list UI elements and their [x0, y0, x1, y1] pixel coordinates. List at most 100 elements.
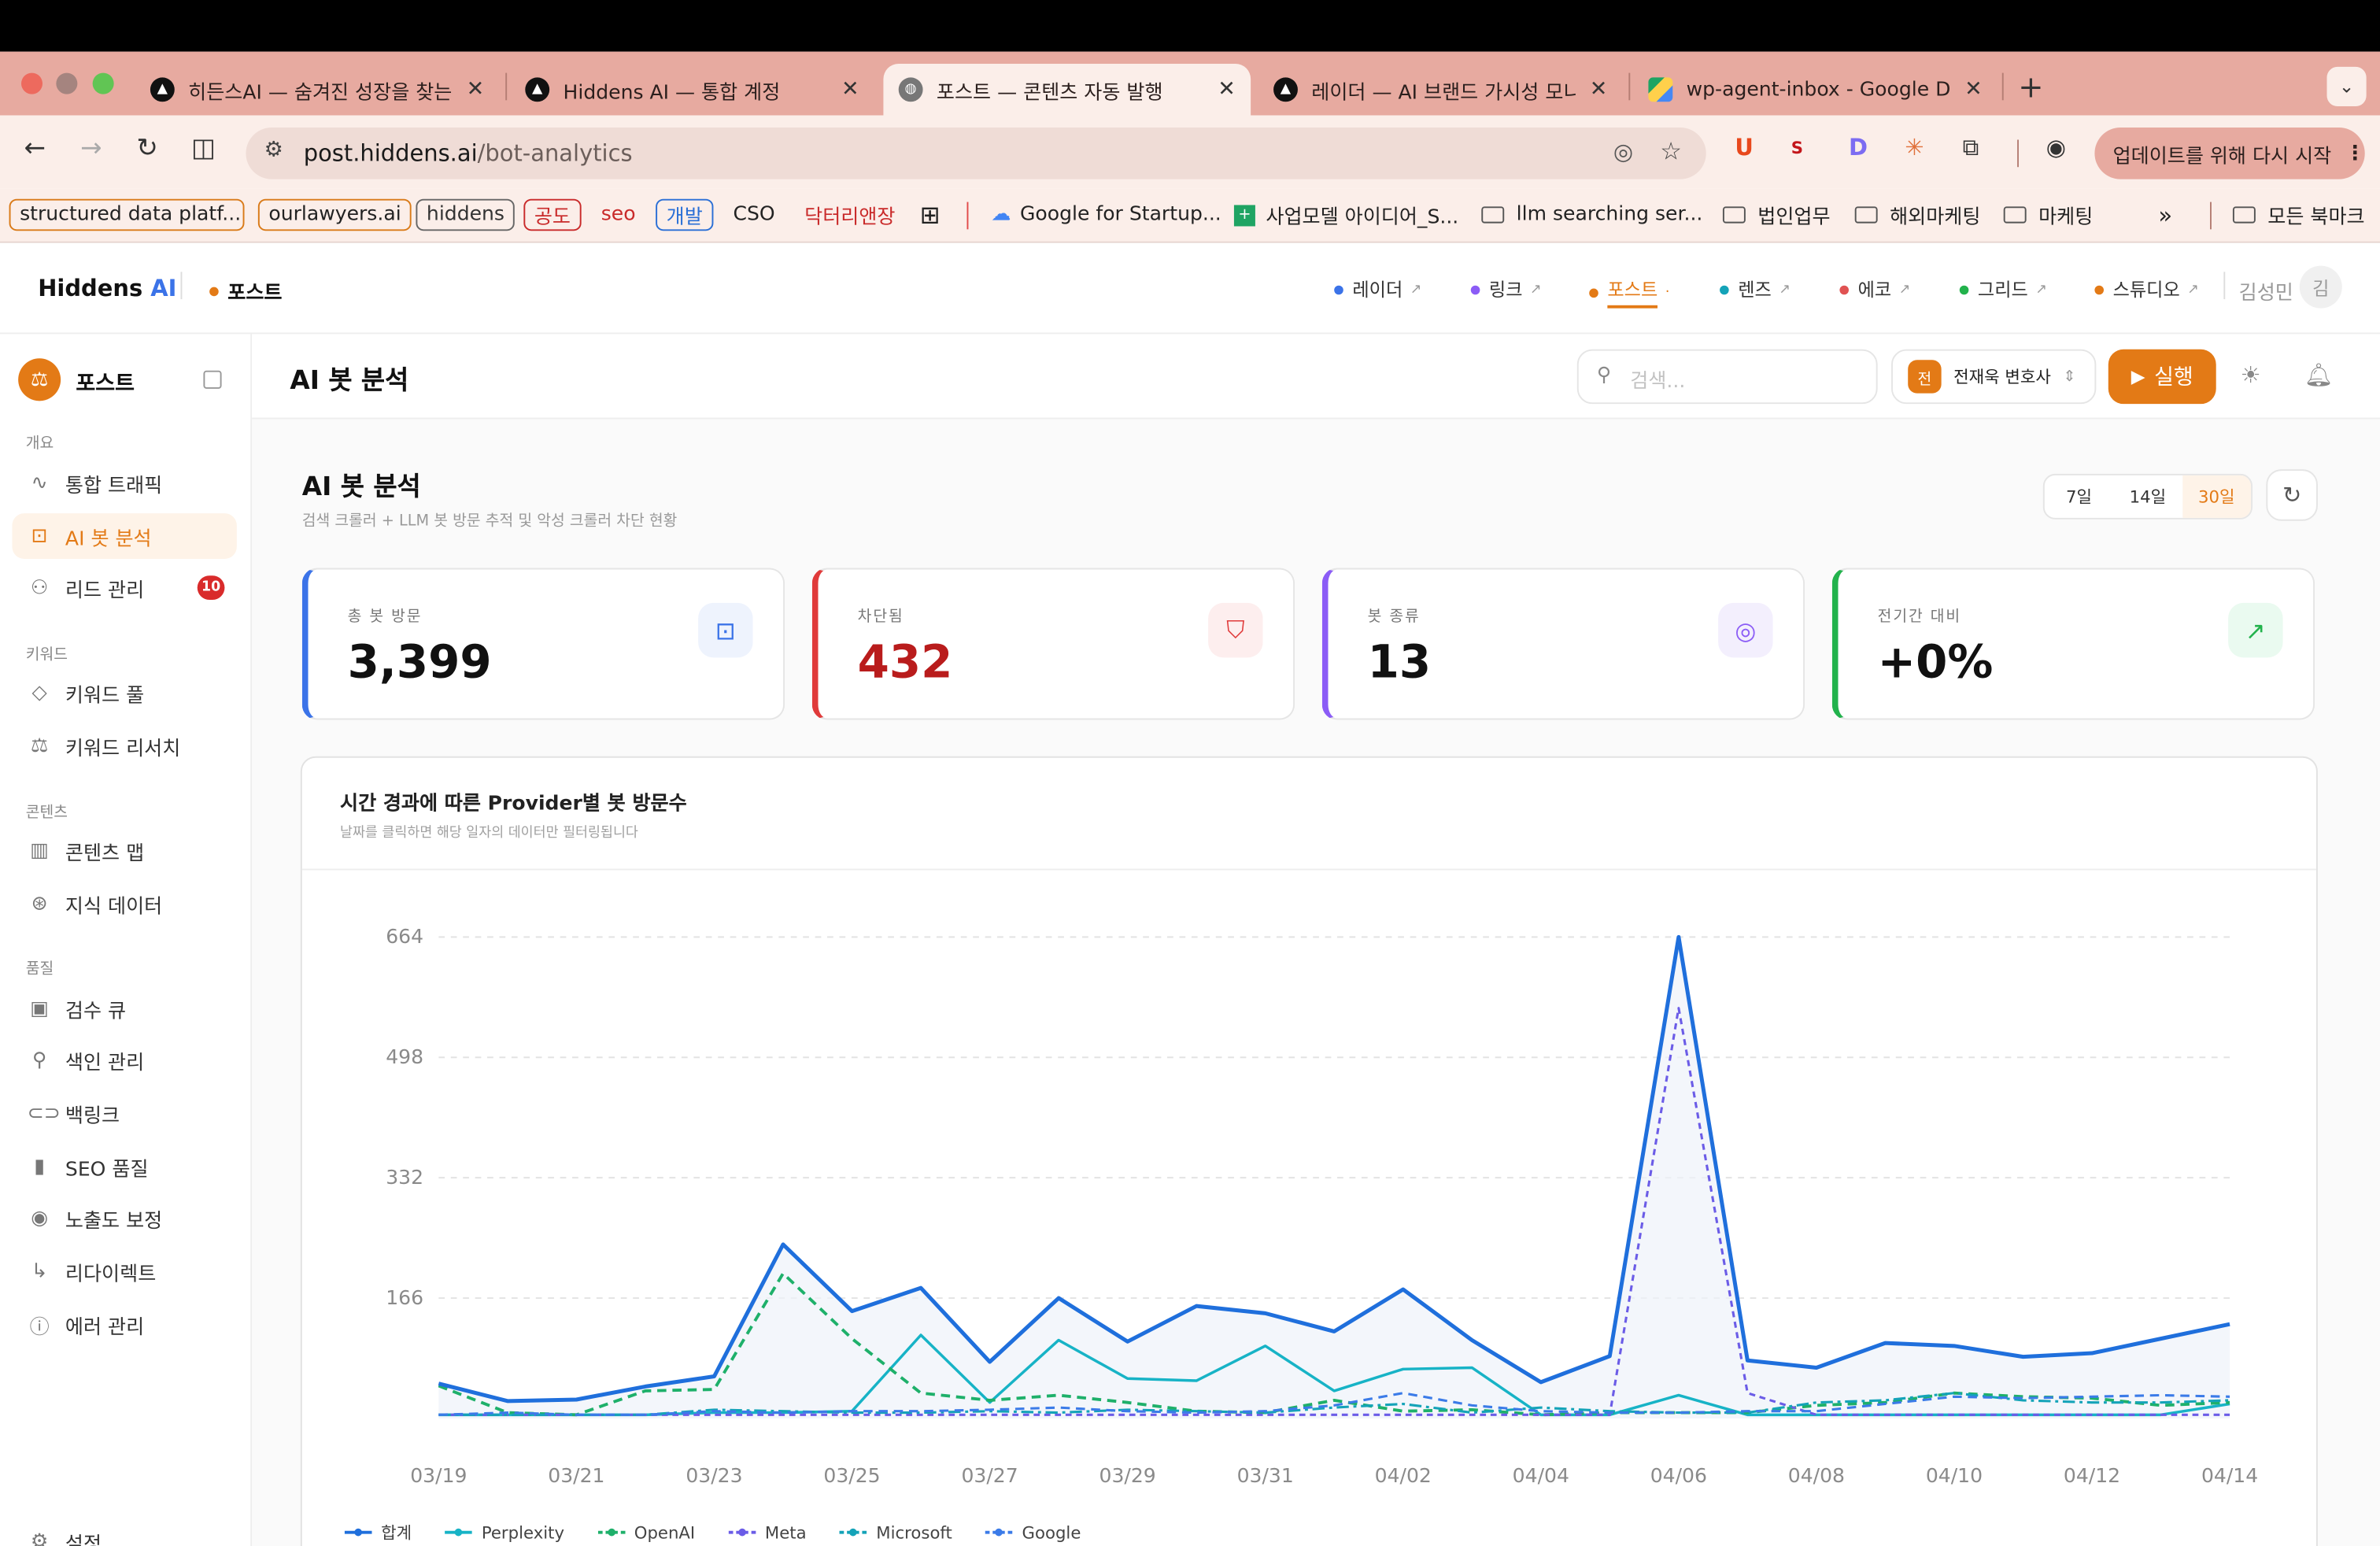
sidebar-collapse-icon[interactable]: [203, 370, 222, 389]
bookmark-folder[interactable]: 마케팅: [2003, 199, 2093, 231]
close-icon[interactable]: ✕: [1218, 77, 1236, 102]
product-link-post[interactable]: 포스트 ·: [1589, 276, 1669, 309]
sidebar-item-visibility[interactable]: ◉ 노출도 보정: [12, 1195, 236, 1241]
theme-toggle-sun-icon[interactable]: ☀: [2241, 361, 2261, 389]
d-extension-icon[interactable]: D: [1849, 134, 1868, 161]
brand-logo[interactable]: Hiddens AI: [38, 275, 176, 302]
product-link-grid[interactable]: 그리드 ↗: [1959, 276, 2047, 302]
product-link-echo[interactable]: 에코 ↗: [1839, 276, 1910, 302]
product-link-studio[interactable]: 스튜디오 ↗: [2094, 276, 2199, 302]
back-icon[interactable]: ←: [17, 134, 53, 165]
legend-item[interactable]: 합계: [344, 1520, 412, 1544]
extensions-puzzle-icon[interactable]: ⧉: [1963, 134, 1979, 161]
site-info-icon[interactable]: ⚙: [264, 139, 283, 163]
close-icon[interactable]: ✕: [467, 77, 485, 102]
sidebar-item-traffic[interactable]: ∿ 통합 트래픽: [12, 460, 236, 506]
sidebar-title: 포스트: [76, 372, 135, 397]
side-panel-icon[interactable]: ◫: [185, 134, 221, 165]
close-icon[interactable]: ✕: [1590, 77, 1608, 102]
bookmark[interactable]: 닥터리앤장: [804, 199, 895, 231]
legend-item[interactable]: Perplexity: [445, 1520, 564, 1544]
product-link-link[interactable]: 링크 ↗: [1470, 276, 1542, 302]
more-bookmarks-icon[interactable]: »: [2158, 199, 2172, 231]
legend-item[interactable]: Microsoft: [840, 1520, 952, 1544]
browser-tab-active[interactable]: ◍ 포스트 — 콘텐츠 자동 발행 ✕: [883, 64, 1251, 116]
bookmark[interactable]: 공도: [523, 198, 582, 231]
x-tick-label: 04/10: [1926, 1464, 1983, 1487]
close-icon[interactable]: ✕: [841, 77, 859, 102]
sidebar-item-seo-quality[interactable]: ▮ SEO 품질: [12, 1144, 236, 1189]
trending-up-icon: ↗: [2228, 602, 2283, 658]
more-vertical-icon[interactable]: ⋮: [2345, 142, 2365, 165]
run-button[interactable]: ▶ 실행: [2108, 349, 2216, 405]
search-input[interactable]: ⚲ 검색...: [1576, 349, 1878, 405]
forward-icon[interactable]: →: [73, 134, 109, 165]
series-line: [438, 934, 2230, 1404]
sidebar-item-ai-bot[interactable]: ⊡ AI 봇 분석: [12, 513, 237, 559]
browser-tab[interactable]: wp-agent-inbox - Google Drive ✕: [1633, 64, 1998, 116]
sidebar-item-index[interactable]: ⚲ 색인 관리: [12, 1037, 236, 1083]
sidebar-item-knowledge[interactable]: ⊛ 지식 데이터: [12, 881, 236, 926]
bookmark[interactable]: structured data platf...: [9, 198, 245, 231]
gear-icon: ⚙: [30, 1529, 49, 1546]
sidebar-section-quality: 품질: [25, 961, 54, 978]
bookmark-folder[interactable]: llm searching ser...: [1481, 199, 1702, 231]
browser-tab[interactable]: ▲ 히든스AI — 숨겨진 성장을 찾는 AI ✕: [135, 64, 500, 116]
bookmark[interactable]: + 사업모델 아이디어_S...: [1233, 199, 1459, 231]
sidebar-item-keyword-research[interactable]: ⚖ 키워드 리서치: [12, 723, 236, 768]
range-30d[interactable]: 30일: [2182, 475, 2252, 518]
bookmark[interactable]: hiddens: [416, 198, 516, 231]
sidebar-item-label: 리드 관리: [65, 579, 145, 602]
sidebar-item-backlink[interactable]: ⊂⊃ 백링크: [12, 1090, 236, 1136]
star-icon[interactable]: ☆: [1660, 137, 1682, 166]
sidebar-item-errors[interactable]: ⓘ 에러 관리: [12, 1301, 236, 1347]
profile-icon[interactable]: ◉: [2046, 134, 2066, 161]
user-name[interactable]: 김성민: [2239, 276, 2293, 305]
close-window-button[interactable]: [20, 72, 42, 94]
ublock-extension-icon[interactable]: U: [1735, 134, 1754, 161]
close-icon[interactable]: ✕: [1964, 77, 1983, 102]
user-avatar[interactable]: 김: [2299, 265, 2342, 309]
seo-extension-icon[interactable]: S: [1791, 139, 1803, 158]
range-7d[interactable]: 7일: [2045, 475, 2113, 518]
gem-icon: ◇: [31, 681, 47, 705]
browser-tab[interactable]: ▲ 레이더 — AI 브랜드 가시성 모니터 ✕: [1258, 64, 1623, 116]
account-select[interactable]: 전 전재욱 변호사 ⇕: [1890, 349, 2097, 405]
eye-off-icon[interactable]: ◎: [1613, 139, 1633, 166]
claude-extension-icon[interactable]: ✳: [1905, 134, 1924, 161]
legend-item[interactable]: Meta: [728, 1520, 807, 1544]
sidebar-item-review-queue[interactable]: ▣ 검수 큐: [12, 986, 236, 1031]
bookmark[interactable]: seo: [601, 199, 636, 231]
legend-label: OpenAI: [634, 1522, 696, 1543]
line-chart[interactable]: 166 332 498 664 03/19 03/21 03/23 03/25 03/27 03/…: [302, 758, 2319, 1546]
bookmark[interactable]: CSO: [733, 199, 774, 231]
update-restart-button[interactable]: 업데이트를 위해 다시 시작 ⋮: [2094, 128, 2365, 179]
new-tab-icon[interactable]: +: [2012, 68, 2049, 105]
sidebar-item-settings[interactable]: ⚙ 설정: [12, 1518, 236, 1546]
legend-item[interactable]: Google: [985, 1520, 1081, 1544]
bell-icon[interactable]: 🔔︎: [2304, 361, 2334, 389]
bookmark[interactable]: ourlawyers.ai: [257, 198, 412, 231]
bookmark[interactable]: ☁ Google for Startup...: [991, 199, 1221, 231]
bookmark-folder[interactable]: 법인업무: [1722, 199, 1831, 231]
sidebar-item-keyword-pool[interactable]: ◇ 키워드 풀: [12, 670, 236, 716]
reload-icon[interactable]: ↻: [129, 134, 165, 165]
zoom-window-button[interactable]: [92, 72, 114, 94]
minimize-window-button[interactable]: [56, 72, 78, 94]
apps-grid-icon[interactable]: ⊞: [920, 199, 941, 231]
browser-tab[interactable]: ▲ Hiddens AI — 통합 계정 ✕: [510, 64, 874, 116]
product-link-lens[interactable]: 렌즈 ↗: [1720, 276, 1791, 302]
legend-item[interactable]: OpenAI: [597, 1520, 695, 1544]
tab-search-icon[interactable]: ⌄: [2326, 66, 2367, 107]
range-14d[interactable]: 14일: [2113, 475, 2182, 518]
bookmark-folder[interactable]: 해외마케팅: [1854, 199, 1980, 231]
bookmark[interactable]: 개발: [656, 198, 714, 231]
address-bar[interactable]: ⚙ post.hiddens.ai/bot-analytics ◎ ☆: [246, 128, 1706, 179]
sidebar-item-redirect[interactable]: ↳ 리다이렉트: [12, 1248, 236, 1294]
all-bookmarks-folder[interactable]: 모든 북마크: [2232, 199, 2365, 231]
sidebar-item-leads[interactable]: ⚇ 리드 관리 10: [12, 565, 236, 611]
product-link-radar[interactable]: 레이더 ↗: [1334, 276, 1421, 302]
sidebar-item-content-map[interactable]: ▥ 콘텐츠 맵: [12, 827, 236, 873]
refresh-button[interactable]: ↻: [2266, 469, 2318, 521]
bookmark-label: 사업모델 아이디어_S...: [1266, 206, 1459, 230]
